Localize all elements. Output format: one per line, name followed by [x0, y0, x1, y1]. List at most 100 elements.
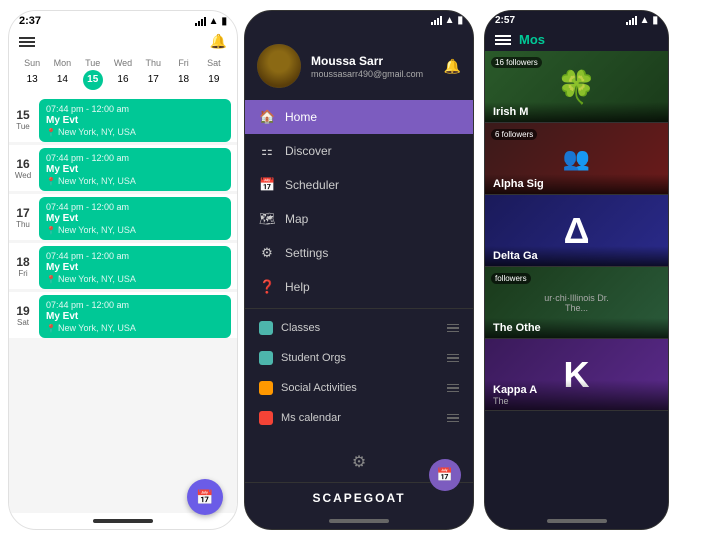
menu-item-home[interactable]: 🏠 Home [245, 100, 473, 134]
event-card[interactable]: 07:44 pm - 12:00 am My Evt New York, NY,… [39, 99, 231, 142]
menu-label-home: Home [285, 110, 317, 124]
event-day-label: 19 Sat [9, 292, 37, 338]
event-card[interactable]: 07:44 pm - 12:00 am My Evt New York, NY,… [39, 148, 231, 191]
bell-icon-left[interactable]: 🔔 [210, 33, 227, 50]
date-17[interactable]: 17 [143, 70, 163, 90]
date-19[interactable]: 19 [204, 70, 224, 90]
menu-fab[interactable]: 📅 [429, 459, 461, 491]
battery-icon: ▮ [221, 16, 227, 27]
list-item[interactable]: Δ Delta Ga [485, 195, 668, 267]
home-icon: 🏠 [259, 109, 275, 125]
list-item[interactable]: Κ Kappa A The [485, 339, 668, 411]
menu-item-discover[interactable]: ⚏ Discover [245, 134, 473, 168]
event-location: New York, NY, USA [46, 127, 224, 137]
status-time-right: 2:57 [495, 15, 515, 26]
toggle-student-orgs[interactable]: Student Orgs [245, 343, 473, 373]
battery-icon-middle: ▮ [457, 15, 463, 26]
date-15-today[interactable]: 15 [83, 70, 103, 90]
date-13[interactable]: 13 [22, 70, 42, 90]
date-16[interactable]: 16 [113, 70, 133, 90]
org-list: 🍀 16 followers Irish M 👥 6 followers Alp… [485, 51, 668, 513]
calendar-events-list: 15 Tue 07:44 pm - 12:00 am My Evt New Yo… [9, 96, 237, 513]
org-name-irish: Irish M [493, 106, 660, 118]
org-overlay-irish: Irish M [485, 102, 668, 122]
org-followers-kappa: The [493, 396, 660, 406]
toggle-label-ms: Ms calendar [281, 412, 341, 424]
home-bar-right [547, 519, 607, 523]
day-fri: Fri [168, 58, 198, 68]
status-icons-right: ▲ ▮ [626, 15, 658, 26]
list-item[interactable]: ur·chi·Illinois Dr. The... followers The… [485, 267, 668, 339]
menu-label-map: Map [285, 212, 308, 226]
wifi-icon-middle: ▲ [445, 15, 455, 26]
user-info: Moussa Sarr moussasarr490@gmail.com [311, 54, 423, 79]
event-location: New York, NY, USA [46, 323, 224, 333]
event-title: My Evt [46, 311, 224, 322]
event-day-label: 18 Fri [9, 243, 37, 289]
date-18[interactable]: 18 [174, 70, 194, 90]
home-bar-middle [329, 519, 389, 523]
event-location: New York, NY, USA [46, 176, 224, 186]
event-title: My Evt [46, 262, 224, 273]
battery-icon-right: ▮ [652, 15, 658, 26]
day-sat: Sat [199, 58, 229, 68]
menu-item-settings[interactable]: ⚙ Settings [245, 236, 473, 270]
table-row: 15 Tue 07:44 pm - 12:00 am My Evt New Yo… [9, 96, 237, 142]
menu-label-discover: Discover [285, 144, 332, 158]
org-name-delta: Delta Ga [493, 250, 660, 262]
wifi-icon-right: ▲ [640, 15, 650, 26]
calendar-phone: 2:37 ▲ ▮ 🔔 Sun Mon Tue Wed Thu Fri Sat 1… [8, 10, 238, 530]
event-time: 07:44 pm - 12:00 am [46, 300, 224, 310]
event-location: New York, NY, USA [46, 225, 224, 235]
toggle-label-orgs: Student Orgs [281, 352, 346, 364]
signal-icon-right [626, 16, 637, 25]
discover-icon: ⚏ [259, 143, 275, 159]
event-card[interactable]: 07:44 pm - 12:00 am My Evt New York, NY,… [39, 295, 231, 338]
week-day-labels: Sun Mon Tue Wed Thu Fri Sat [15, 58, 231, 68]
followers-badge-irish: 16 followers [491, 57, 542, 68]
event-card[interactable]: 07:44 pm - 12:00 am My Evt New York, NY,… [39, 246, 231, 289]
day-sun: Sun [17, 58, 47, 68]
signal-icon-middle [431, 16, 442, 25]
list-item[interactable]: 👥 6 followers Alpha Sig [485, 123, 668, 195]
list-item[interactable]: 🍀 16 followers Irish M [485, 51, 668, 123]
scheduler-icon: 📅 [259, 177, 275, 193]
menu-label-help: Help [285, 280, 310, 294]
hamburger-menu-left[interactable] [19, 37, 35, 47]
toggle-social[interactable]: Social Activities [245, 373, 473, 403]
toggle-lines-orgs [447, 354, 459, 363]
org-overlay-delta: Delta Ga [485, 246, 668, 266]
event-title: My Evt [46, 164, 224, 175]
status-bar-right: 2:57 ▲ ▮ [485, 11, 668, 30]
menu-item-help[interactable]: ❓ Help [245, 270, 473, 304]
toggle-check-ms [259, 411, 273, 425]
menu-item-map[interactable]: 🗺 Map [245, 202, 473, 236]
avatar [257, 44, 301, 88]
followers-badge-other: followers [491, 273, 531, 284]
toggle-classes[interactable]: Classes [245, 313, 473, 343]
event-card[interactable]: 07:44 pm - 12:00 am My Evt New York, NY,… [39, 197, 231, 240]
bell-icon-middle[interactable]: 🔔 [444, 58, 461, 75]
event-day-label: 17 Thu [9, 194, 37, 240]
table-row: 19 Sat 07:44 pm - 12:00 am My Evt New Yo… [9, 292, 237, 338]
table-row: 18 Fri 07:44 pm - 12:00 am My Evt New Yo… [9, 243, 237, 289]
menu-item-scheduler[interactable]: 📅 Scheduler [245, 168, 473, 202]
followers-badge-alpha: 6 followers [491, 129, 537, 140]
top-bar-right: Mos [485, 30, 668, 51]
date-14[interactable]: 14 [52, 70, 72, 90]
toggle-check-classes [259, 321, 273, 335]
toggle-lines-classes [447, 324, 459, 333]
event-title: My Evt [46, 213, 224, 224]
menu-label-settings: Settings [285, 246, 328, 260]
brand-name: SCAPEGOAT [312, 491, 405, 505]
toggle-ms-calendar[interactable]: Ms calendar [245, 403, 473, 433]
org-overlay-alpha: Alpha Sig [485, 174, 668, 194]
event-time: 07:44 pm - 12:00 am [46, 251, 224, 261]
status-bar-left: 2:37 ▲ ▮ [9, 11, 237, 31]
hamburger-menu-right[interactable] [495, 35, 511, 45]
calendar-fab[interactable]: 📅 [187, 479, 223, 515]
table-row: 17 Thu 07:44 pm - 12:00 am My Evt New Yo… [9, 194, 237, 240]
user-profile-section: Moussa Sarr moussasarr490@gmail.com 🔔 [245, 30, 473, 100]
menu-navigation: 🏠 Home ⚏ Discover 📅 Scheduler 🗺 Map ⚙ Se… [245, 100, 473, 442]
status-icons-left: ▲ ▮ [195, 16, 227, 27]
